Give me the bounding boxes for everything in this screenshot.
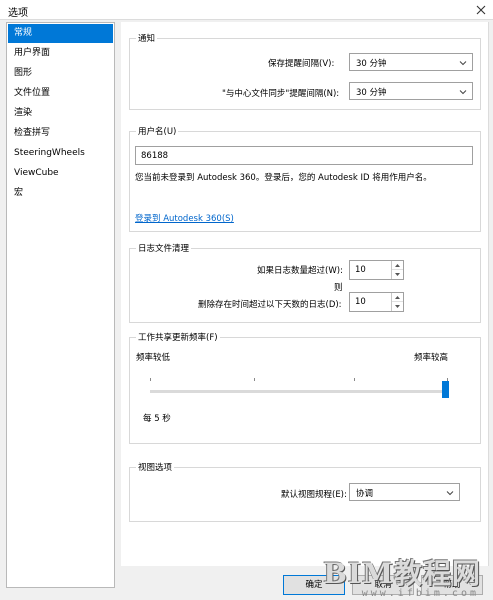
worksharing-group-title: 工作共享更新频率(F) bbox=[136, 331, 220, 343]
spin-down-icon[interactable] bbox=[392, 270, 403, 279]
site-watermark: BIM教程网 www.ifbim.com bbox=[320, 552, 493, 600]
login-autodesk-link[interactable]: 登录到 Autodesk 360(S) bbox=[135, 212, 234, 224]
sync-reminder-label: "与中心文件同步"提醒间隔(N): bbox=[222, 89, 340, 99]
sidebar-item-file-locations[interactable]: 文件位置 bbox=[8, 84, 113, 103]
slider-tick bbox=[254, 378, 255, 381]
journal-count-stepper[interactable]: 10 bbox=[349, 260, 404, 280]
journal-count-value: 10 bbox=[355, 265, 366, 275]
notify-group-title: 通知 bbox=[136, 32, 158, 44]
journal-days-value: 10 bbox=[355, 297, 366, 307]
chevron-down-icon bbox=[459, 88, 467, 96]
spin-up-icon[interactable] bbox=[392, 293, 403, 302]
save-reminder-label: 保存提醒间隔(V): bbox=[268, 59, 335, 69]
sidebar-item-general[interactable]: 常规 bbox=[8, 24, 113, 43]
spin-down-icon[interactable] bbox=[392, 302, 403, 311]
username-group-title: 用户名(U) bbox=[136, 125, 179, 137]
sidebar-item-rendering[interactable]: 渲染 bbox=[8, 104, 113, 123]
view-options-title: 视图选项 bbox=[136, 461, 175, 473]
window-title: 选项 bbox=[8, 8, 28, 19]
save-reminder-select[interactable]: 30 分钟 bbox=[349, 53, 473, 71]
journal-cleanup-group: 日志文件清理 bbox=[129, 242, 481, 323]
default-discipline-value: 协调 bbox=[356, 489, 374, 499]
frequency-slider-thumb[interactable] bbox=[442, 381, 449, 398]
options-sidebar: 常规 用户界面 图形 文件位置 渲染 检查拼写 SteeringWheels V… bbox=[6, 22, 115, 588]
sidebar-item-user-interface[interactable]: 用户界面 bbox=[8, 44, 113, 63]
watermark-url: www.ifbim.com bbox=[361, 588, 479, 599]
sidebar-item-graphics[interactable]: 图形 bbox=[8, 64, 113, 83]
frequency-status: 每 5 秒 bbox=[143, 414, 171, 424]
close-icon[interactable] bbox=[473, 3, 489, 17]
journal-count-label: 如果日志数量超过(W): bbox=[257, 266, 343, 276]
spin-up-icon[interactable] bbox=[392, 261, 403, 270]
chevron-down-icon bbox=[459, 59, 467, 67]
frequency-high-label: 频率较高 bbox=[414, 353, 449, 363]
journal-days-stepper[interactable]: 10 bbox=[349, 292, 404, 312]
save-reminder-value: 30 分钟 bbox=[356, 59, 387, 69]
journal-days-label: 删除存在时间超过以下天数的日志(D): bbox=[198, 300, 342, 310]
frequency-slider-track[interactable] bbox=[150, 378, 448, 393]
login-status-message: 您当前未登录到 Autodesk 360。登录后，您的 Autodesk ID … bbox=[135, 173, 432, 183]
title-bar: 选项 bbox=[0, 0, 493, 20]
journal-cleanup-title: 日志文件清理 bbox=[136, 242, 192, 254]
username-field[interactable]: 86188 bbox=[135, 146, 473, 165]
chevron-down-icon bbox=[446, 489, 454, 497]
sidebar-item-steeringwheels[interactable]: SteeringWheels bbox=[8, 144, 113, 163]
journal-then-label: 则 bbox=[334, 283, 343, 293]
sidebar-item-check-spelling[interactable]: 检查拼写 bbox=[8, 124, 113, 143]
sync-reminder-select[interactable]: 30 分钟 bbox=[349, 82, 473, 100]
watermark-logo-text: BIM教程网 bbox=[323, 557, 481, 590]
slider-tick bbox=[150, 378, 151, 381]
slider-tick bbox=[354, 378, 355, 381]
sidebar-item-macros[interactable]: 宏 bbox=[8, 184, 113, 203]
default-discipline-select[interactable]: 协调 bbox=[349, 483, 460, 501]
sync-reminder-value: 30 分钟 bbox=[356, 88, 387, 98]
default-discipline-label: 默认视图规程(E): bbox=[281, 490, 347, 500]
username-value: 86188 bbox=[141, 151, 169, 161]
frequency-low-label: 频率较低 bbox=[136, 353, 171, 363]
sidebar-item-viewcube[interactable]: ViewCube bbox=[8, 164, 113, 183]
